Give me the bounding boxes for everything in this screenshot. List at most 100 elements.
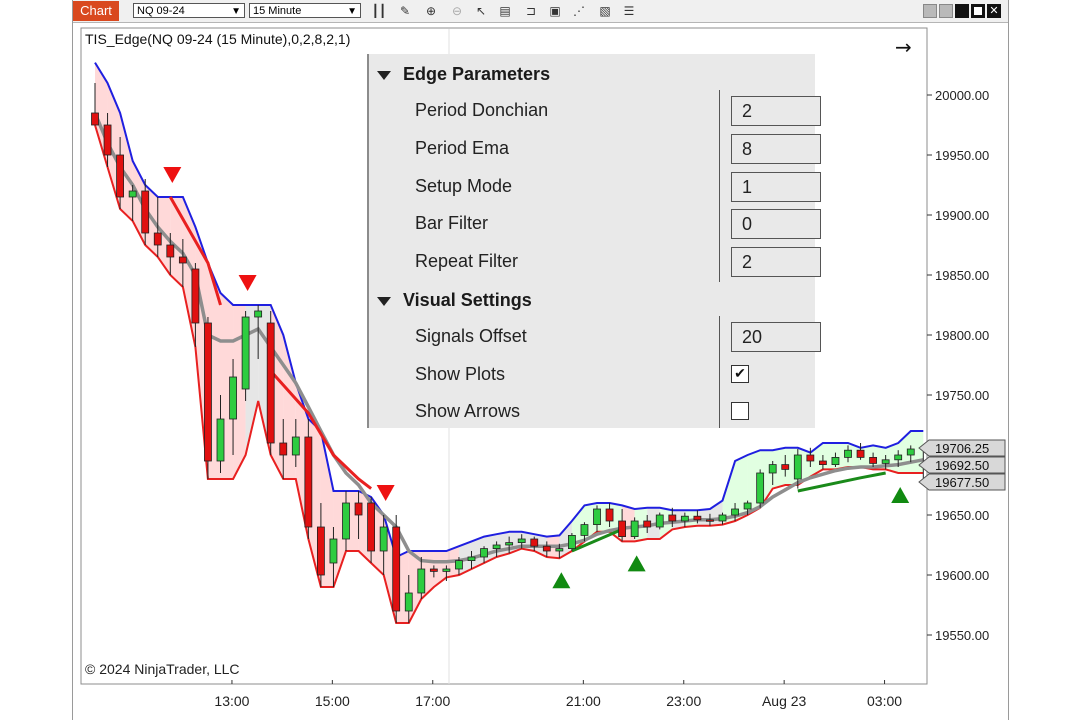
candle[interactable] — [680, 515, 689, 522]
scroll-arrow-icon[interactable]: → — [895, 35, 912, 59]
x-tick-label: 23:00 — [666, 693, 701, 709]
candle[interactable] — [856, 449, 865, 458]
param-row-setup-mode: Setup Mode 1 — [367, 168, 821, 205]
candle[interactable] — [191, 268, 200, 324]
candle[interactable] — [718, 514, 727, 522]
candle[interactable] — [392, 526, 401, 612]
chart-window: Chart NQ 09-24 ▼ 15 Minute ▼ ┃┃ ✎ ⊕ ⊖ ↖ … — [72, 0, 1009, 720]
x-tick-label: 17:00 — [415, 693, 450, 709]
candle[interactable] — [91, 112, 99, 126]
section-edge-parameters[interactable]: Edge Parameters — [367, 57, 550, 91]
candle[interactable] — [128, 190, 137, 198]
param-label: Period Ema — [415, 138, 510, 158]
param-label: Repeat Filter — [415, 251, 519, 271]
candle[interactable] — [216, 418, 225, 462]
candle[interactable] — [178, 256, 187, 264]
candle[interactable] — [291, 436, 300, 456]
y-tick-label: 19850.00 — [935, 268, 989, 283]
candle[interactable] — [141, 190, 150, 234]
buy-signal-arrow — [891, 487, 910, 503]
param-row-period-ema: Period Ema 8 — [367, 130, 821, 167]
candle[interactable] — [204, 322, 212, 462]
param-row-period-donchian: Period Donchian 2 — [367, 92, 821, 129]
param-label: Show Plots — [415, 364, 506, 384]
x-tick-label: 13:00 — [214, 693, 249, 709]
collapse-triangle-icon — [377, 70, 391, 80]
y-tick-label: 19950.00 — [935, 148, 989, 163]
candle[interactable] — [793, 454, 802, 480]
candle[interactable] — [831, 456, 840, 465]
candle[interactable] — [492, 544, 501, 549]
candle[interactable] — [417, 568, 426, 594]
section-visual-settings[interactable]: Visual Settings — [367, 283, 532, 317]
candle[interactable] — [555, 548, 564, 552]
param-row-bar-filter: Bar Filter 0 — [367, 205, 821, 242]
candle[interactable] — [153, 232, 162, 246]
show-arrows-checkbox[interactable] — [731, 402, 749, 420]
candle[interactable] — [806, 454, 815, 462]
candle[interactable] — [166, 244, 175, 258]
repeat-filter-field[interactable]: 2 — [731, 247, 821, 277]
candle[interactable] — [304, 436, 313, 528]
show-plots-checkbox[interactable]: ✔ — [731, 365, 749, 383]
candle[interactable] — [517, 538, 526, 543]
bar-filter-field[interactable]: 0 — [731, 209, 821, 239]
candle[interactable] — [894, 454, 903, 461]
candle[interactable] — [505, 542, 514, 546]
candle[interactable] — [643, 520, 652, 528]
candle[interactable] — [542, 545, 551, 552]
signals-offset-field[interactable]: 20 — [731, 322, 821, 352]
candle[interactable] — [279, 442, 288, 456]
period-ema-field[interactable]: 8 — [731, 134, 821, 164]
candle[interactable] — [354, 502, 363, 516]
candle[interactable] — [580, 524, 589, 536]
candle[interactable] — [342, 502, 350, 540]
candle[interactable] — [618, 520, 626, 537]
candle[interactable] — [655, 514, 664, 528]
candle[interactable] — [329, 538, 338, 564]
candle[interactable] — [103, 124, 112, 156]
candle[interactable] — [429, 568, 438, 572]
candle[interactable] — [819, 460, 827, 465]
x-tick-label: 03:00 — [867, 693, 902, 709]
param-row-show-arrows: Show Arrows — [367, 393, 815, 430]
candle[interactable] — [367, 502, 376, 552]
candle[interactable] — [229, 376, 237, 420]
setup-mode-field[interactable]: 1 — [731, 172, 821, 202]
candle[interactable] — [844, 449, 852, 458]
candle[interactable] — [605, 508, 614, 522]
candle[interactable] — [593, 508, 601, 525]
candle[interactable] — [743, 502, 752, 510]
candle[interactable] — [781, 464, 790, 470]
x-tick-label: Aug 23 — [762, 693, 807, 709]
candle[interactable] — [455, 560, 463, 570]
properties-panel: Edge Parameters Period Donchian 2 Period… — [367, 54, 821, 430]
candle[interactable] — [706, 519, 714, 522]
candle[interactable] — [768, 464, 777, 474]
buy-signal-arrow — [552, 572, 571, 589]
period-donchian-field[interactable]: 2 — [731, 96, 821, 126]
candle[interactable] — [756, 472, 765, 504]
candle[interactable] — [379, 526, 388, 552]
candle[interactable] — [881, 459, 890, 464]
candle[interactable] — [116, 154, 124, 198]
candle[interactable] — [530, 538, 539, 547]
candle[interactable] — [693, 515, 702, 521]
candle[interactable] — [567, 535, 576, 550]
candle[interactable] — [316, 526, 325, 576]
candle[interactable] — [266, 322, 275, 444]
candle[interactable] — [906, 448, 915, 456]
candle[interactable] — [668, 514, 677, 522]
candle[interactable] — [241, 316, 250, 390]
y-tick-label: 20000.00 — [935, 88, 989, 103]
candle[interactable] — [404, 592, 413, 612]
candle[interactable] — [480, 548, 488, 558]
candle[interactable] — [442, 568, 451, 572]
collapse-triangle-icon — [377, 296, 391, 306]
candle[interactable] — [467, 556, 476, 561]
candle[interactable] — [254, 310, 263, 318]
candle[interactable] — [869, 456, 877, 464]
buy-signal-arrow — [627, 555, 646, 572]
candle[interactable] — [731, 508, 739, 516]
candle[interactable] — [630, 520, 639, 537]
